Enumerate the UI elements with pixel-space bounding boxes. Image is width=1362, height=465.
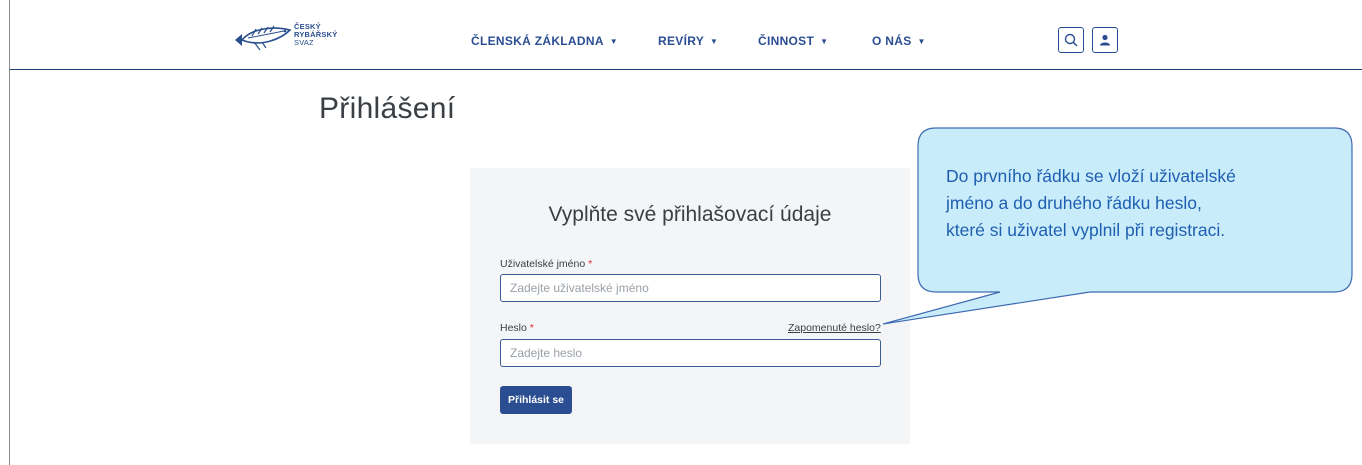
callout-line: jméno a do druhého řádku heslo, [946,193,1202,213]
callout-line: Do prvního řádku se vloží uživatelské [946,166,1236,186]
callout-text: Do prvního řádku se vloží uživatelské jm… [946,163,1326,244]
callout-line: které si uživatel vyplnil při registraci… [946,220,1226,240]
